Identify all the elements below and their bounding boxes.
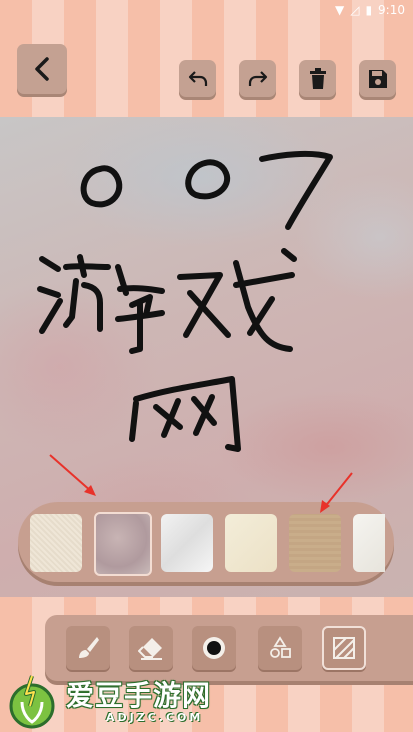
floppy-disk-icon [368, 69, 387, 88]
paper-swatch-white[interactable] [353, 514, 385, 572]
back-button[interactable] [17, 44, 67, 94]
annotation-arrow-right [320, 472, 353, 513]
trash-icon [309, 67, 326, 89]
redo-icon [248, 70, 267, 86]
paper-swatch-white-crumpled[interactable] [161, 514, 213, 572]
paper-swatch-cream[interactable] [225, 514, 277, 572]
redo-button[interactable] [239, 60, 276, 97]
brush-icon [79, 637, 99, 658]
paper-swatch-linen[interactable] [30, 514, 82, 572]
undo-icon [188, 70, 207, 86]
dot-icon [203, 637, 225, 659]
chevron-left-icon [35, 57, 49, 81]
brush-tool[interactable] [66, 626, 110, 670]
annotation-arrow-left [49, 454, 96, 496]
paper-swatch-kraft[interactable] [289, 514, 341, 572]
shapes-tool[interactable] [258, 626, 302, 670]
hatch-icon [333, 637, 355, 659]
watermark-title: 爱豆手游网 [66, 679, 212, 712]
eraser-tool[interactable] [129, 626, 173, 670]
site-watermark: 爱豆手游网 ADJZC.COM [8, 668, 268, 732]
shapes-icon [270, 636, 291, 658]
top-toolbar [0, 0, 413, 115]
undo-button[interactable] [179, 60, 216, 97]
paper-swatch-pink-grey-selected[interactable] [94, 512, 152, 576]
watermark-logo-icon [9, 675, 55, 729]
pen-size-tool[interactable] [192, 626, 236, 670]
clear-button[interactable] [299, 60, 336, 97]
watermark-site: ADJZC.COM [106, 711, 204, 724]
save-button[interactable] [359, 60, 396, 97]
eraser-icon [138, 638, 162, 660]
background-tool[interactable] [322, 626, 366, 670]
